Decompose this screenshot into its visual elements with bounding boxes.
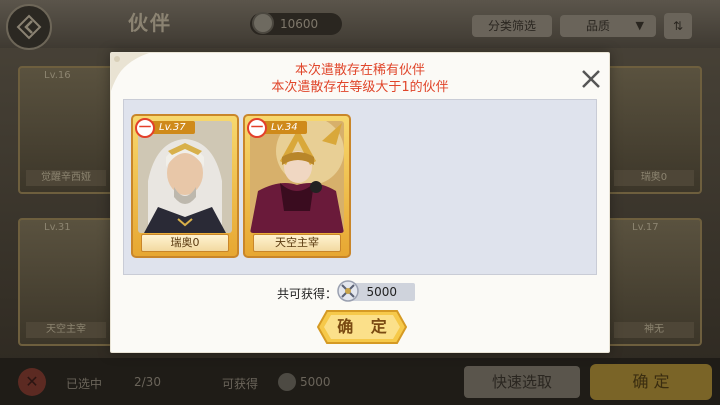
confirm-button[interactable]: 确 定	[317, 310, 407, 344]
gain-value: 5000	[300, 375, 331, 389]
dismiss-confirm-dialog: 本次遣散存在稀有伙伴 本次遣散存在等级大于1的伙伴 Lv.37 一 瑞奥0 Lv…	[110, 52, 610, 353]
gain-label: 可获得	[222, 377, 259, 391]
sort-icon: ⇅	[672, 19, 684, 33]
quick-select-button[interactable]: 快速选取	[464, 366, 580, 398]
warning-message-level: 本次遣散存在等级大于1的伙伴	[271, 80, 449, 95]
clear-selection-button[interactable]: ✕	[18, 368, 46, 396]
selected-count: 2/30	[134, 375, 161, 389]
total-label: 共可获得：	[277, 287, 338, 301]
partner-card[interactable]: Lv.37 一 瑞奥0	[131, 114, 239, 258]
partner-portrait	[250, 121, 344, 233]
partner-card[interactable]: Lv.34 一 天空主宰	[243, 114, 351, 258]
page-title: 伙伴	[128, 11, 172, 35]
coin-icon	[252, 12, 274, 34]
rarity-badge: 一	[135, 118, 155, 138]
partner-portrait	[138, 121, 232, 233]
card-level: Lv.17	[632, 222, 659, 233]
card-name: 瑞奥0	[614, 170, 694, 186]
dismiss-confirm-button[interactable]: 确 定	[590, 364, 712, 400]
back-button[interactable]	[6, 4, 52, 50]
card-name: 天空主宰	[253, 234, 341, 252]
coin-icon	[278, 373, 296, 391]
background-card[interactable]: 瑞奥0	[606, 66, 702, 194]
card-name: 觉醒辛西娅	[26, 170, 106, 186]
chevron-down-icon: ▼	[635, 19, 644, 32]
sort-button[interactable]: ⇅	[664, 13, 692, 39]
background-card[interactable]: Lv.31 天空主宰	[18, 218, 114, 346]
quality-label: 品质	[586, 19, 611, 33]
background-card[interactable]: Lv.16 觉醒辛西娅	[18, 66, 114, 194]
card-name: 神无	[614, 322, 694, 338]
partner-list: Lv.37 一 瑞奥0 Lv.34 一 天空主宰	[123, 99, 597, 275]
filter-button[interactable]: 分类筛选	[472, 15, 552, 37]
card-name: 瑞奥0	[141, 234, 229, 252]
card-level: Lv.16	[44, 70, 71, 81]
close-icon[interactable]	[579, 67, 603, 91]
card-level: Lv.31	[44, 222, 71, 233]
rarity-badge: 一	[247, 118, 267, 138]
selected-label: 已选中	[66, 377, 103, 391]
quality-dropdown[interactable]: 品质 ▼	[560, 15, 656, 37]
confirm-label: 确 定	[337, 317, 393, 336]
back-arrow-icon	[16, 14, 42, 40]
x-icon: ✕	[25, 372, 39, 391]
card-name: 天空主宰	[26, 322, 106, 338]
crossed-swords-coin-icon	[337, 280, 359, 302]
background-card[interactable]: Lv.17 神无	[606, 218, 702, 346]
